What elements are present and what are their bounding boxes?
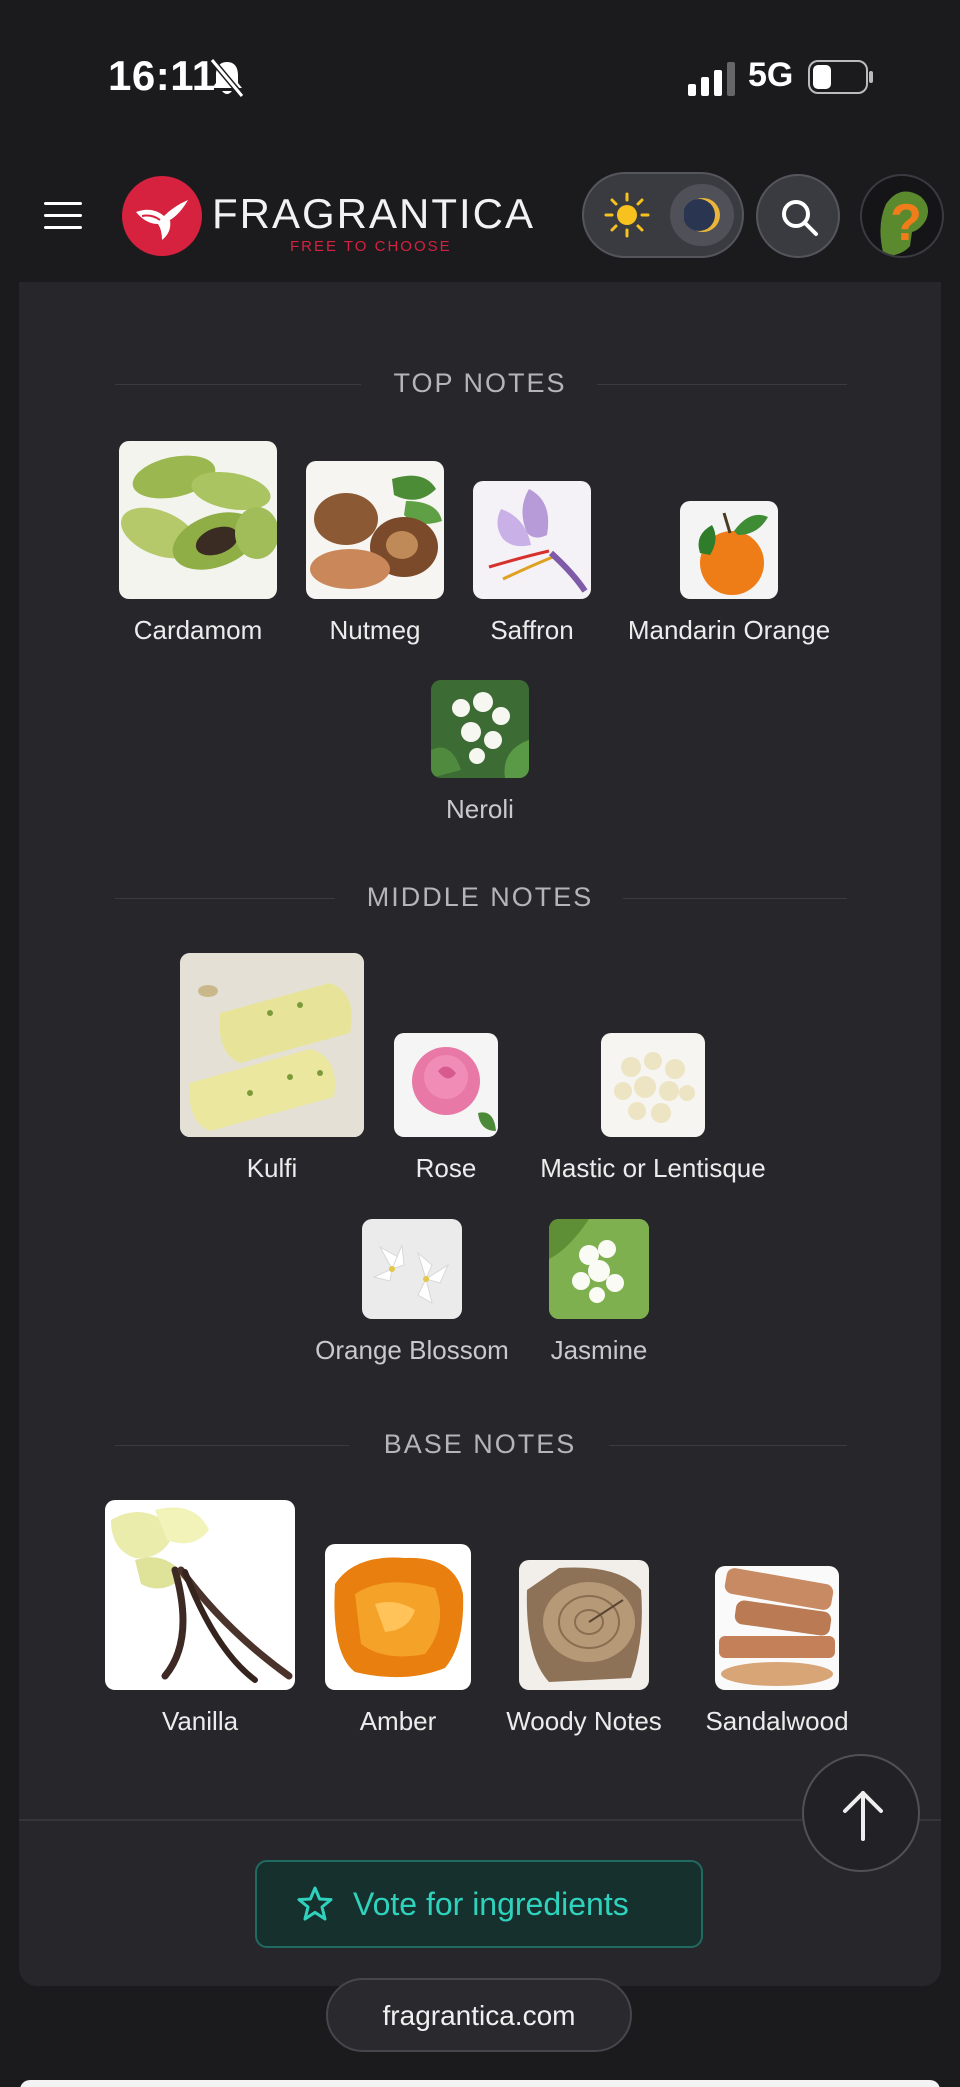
neroli-image[interactable]: [431, 680, 529, 778]
base-notes-heading: BASE NOTES: [19, 1425, 941, 1465]
mandarin-orange-image[interactable]: [680, 501, 778, 599]
note-label[interactable]: Mastic or Lentisque: [499, 1153, 807, 1184]
star-icon: [297, 1886, 333, 1921]
kulfi-image[interactable]: [180, 953, 364, 1137]
orange-blossom-image[interactable]: [362, 1219, 462, 1319]
search-icon: [782, 200, 818, 236]
note-label[interactable]: Cardamom: [99, 615, 297, 646]
status-time: 16:11: [108, 52, 216, 99]
logo-name[interactable]: FRAGRANTICA: [212, 190, 535, 238]
note-label[interactable]: Neroli: [380, 794, 580, 825]
sun-icon[interactable]: [602, 190, 652, 240]
middle-notes-heading: MIDDLE NOTES: [19, 878, 941, 918]
vanilla-image[interactable]: [105, 1500, 295, 1690]
url-text: fragrantica.com: [382, 2000, 576, 2031]
vote-for-ingredients-button[interactable]: Vote for ingredients: [255, 1860, 703, 1948]
note-label[interactable]: Mandarin Orange: [599, 615, 859, 646]
site-header: FRAGRANTICA FREE TO CHOOSE ?: [0, 150, 960, 282]
notes-card: TOP NOTES Cardamom Nutmeg Saffron Mandar…: [19, 282, 941, 1986]
cardamom-image[interactable]: [119, 441, 277, 599]
woody-notes-image[interactable]: [519, 1560, 649, 1690]
rose-image[interactable]: [394, 1033, 498, 1137]
note-label[interactable]: Kulfi: [172, 1153, 372, 1184]
menu-icon[interactable]: [44, 202, 82, 230]
arrow-up-icon: [843, 1791, 883, 1841]
theme-toggle[interactable]: [582, 172, 744, 258]
status-bar: 16:11 5G: [0, 0, 960, 150]
help-button[interactable]: ?: [860, 174, 944, 258]
moon-toggle-knob[interactable]: [670, 184, 734, 246]
note-label[interactable]: Vanilla: [100, 1706, 300, 1737]
note-label[interactable]: Jasmine: [499, 1335, 699, 1366]
signal-icon: [688, 62, 735, 96]
logo-tagline: FREE TO CHOOSE: [290, 238, 452, 255]
bell-muted-icon: [209, 58, 245, 98]
browser-url-bar[interactable]: fragrantica.com: [326, 1978, 632, 2052]
help-icon: ?: [880, 191, 928, 256]
top-notes-heading: TOP NOTES: [19, 364, 941, 404]
moon-icon: [684, 198, 720, 232]
home-indicator[interactable]: [20, 2080, 940, 2087]
svg-text:?: ?: [890, 194, 922, 252]
nutmeg-image[interactable]: [306, 461, 444, 599]
scroll-to-top-button[interactable]: [802, 1754, 920, 1872]
mastic-image[interactable]: [601, 1033, 705, 1137]
battery-icon: [808, 60, 873, 94]
network-label: 5G: [748, 56, 794, 94]
amber-image[interactable]: [325, 1544, 471, 1690]
vote-label: Vote for ingredients: [353, 1886, 629, 1922]
note-label[interactable]: Sandalwood: [657, 1706, 897, 1737]
logo-bird-icon[interactable]: [122, 176, 202, 256]
jasmine-image[interactable]: [549, 1219, 649, 1319]
sandalwood-image[interactable]: [715, 1566, 839, 1690]
page: 16:11 5G FRAGRANTICA FREE TO CHOOSE ? TO…: [0, 0, 960, 2087]
saffron-image[interactable]: [473, 481, 591, 599]
search-button[interactable]: [756, 174, 840, 258]
